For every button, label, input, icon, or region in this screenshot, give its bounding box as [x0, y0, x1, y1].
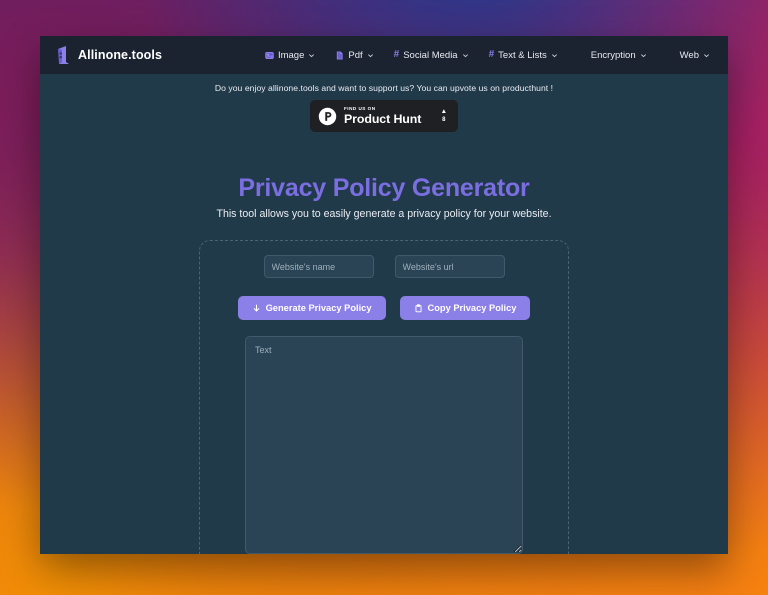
upvote-arrow-icon: ▲ — [440, 107, 447, 115]
nav-item-social-media[interactable]: # Social Media — [394, 50, 469, 61]
nav-item-label: Web — [679, 49, 699, 61]
badge-name: Product Hunt — [344, 112, 422, 127]
input-row — [220, 255, 548, 278]
nav-item-label: Encryption — [590, 49, 636, 61]
brand-name: Allinone.tools — [78, 48, 163, 62]
page-subtitle: This tool allows you to easily generate … — [216, 208, 552, 220]
tool-card: Generate Privacy Policy Copy Privacy Pol… — [199, 240, 569, 554]
nav-item-image[interactable]: Image — [265, 50, 315, 61]
website-name-input[interactable] — [263, 255, 374, 278]
top-navbar: Allinone.tools Image Pdf # Social Media … — [40, 36, 728, 74]
product-hunt-icon — [318, 107, 337, 125]
nav-item-text-and-lists[interactable]: # Text & Lists — [489, 50, 558, 61]
nav-item-web[interactable]: Web — [667, 50, 710, 61]
file-icon — [337, 50, 344, 60]
nav-links: Image Pdf # Social Media # Text & Lists … — [265, 50, 714, 61]
producthunt-badge[interactable]: FIND US ON Product Hunt ▲ 8 — [310, 100, 458, 132]
nav-item-label: Image — [277, 49, 305, 61]
chevron-down-icon — [640, 53, 646, 57]
nav-item-pdf[interactable]: Pdf — [335, 50, 373, 61]
chevron-down-icon — [704, 53, 709, 57]
clipboard-icon — [415, 303, 422, 312]
chevron-down-icon — [367, 53, 373, 57]
nav-item-label: Pdf — [348, 49, 363, 61]
link-icon — [578, 51, 587, 60]
generate-privacy-policy-button[interactable]: Generate Privacy Policy — [237, 296, 386, 320]
badge-upvote[interactable]: ▲ 8 — [440, 107, 450, 124]
image-icon — [265, 51, 274, 59]
chevron-down-icon — [551, 53, 557, 57]
app-window: Allinone.tools Image Pdf # Social Media … — [40, 36, 728, 554]
nav-item-label: Social Media — [403, 49, 458, 61]
link-icon — [667, 51, 676, 60]
copy-privacy-policy-button[interactable]: Copy Privacy Policy — [399, 296, 531, 320]
chevron-down-icon — [462, 53, 468, 57]
producthunt-wordmark: FIND US ON Product Hunt — [344, 105, 422, 127]
tower-logo-icon — [58, 45, 69, 64]
brand[interactable]: Allinone.tools — [54, 45, 162, 66]
privacy-policy-output-textarea[interactable] — [245, 336, 523, 554]
nav-item-label: Text & Lists — [498, 49, 547, 61]
nav-item-encryption[interactable]: Encryption — [578, 50, 647, 61]
download-arrow-icon — [253, 304, 259, 312]
hash-icon: # — [488, 49, 495, 60]
badge-find-us-on: FIND US ON — [344, 105, 376, 111]
copy-button-label: Copy Privacy Policy — [427, 303, 517, 313]
website-url-input[interactable] — [394, 255, 505, 278]
promo-message: Do you enjoy allinone.tools and want to … — [214, 83, 554, 93]
hash-icon: # — [393, 49, 400, 60]
page-title: Privacy Policy Generator — [238, 174, 530, 202]
chevron-down-icon — [309, 53, 315, 57]
generate-button-label: Generate Privacy Policy — [265, 303, 372, 313]
output-area — [220, 336, 548, 554]
action-buttons: Generate Privacy Policy Copy Privacy Pol… — [220, 296, 548, 320]
producthunt-promo: Do you enjoy allinone.tools and want to … — [40, 74, 728, 132]
upvote-count: 8 — [442, 117, 446, 124]
